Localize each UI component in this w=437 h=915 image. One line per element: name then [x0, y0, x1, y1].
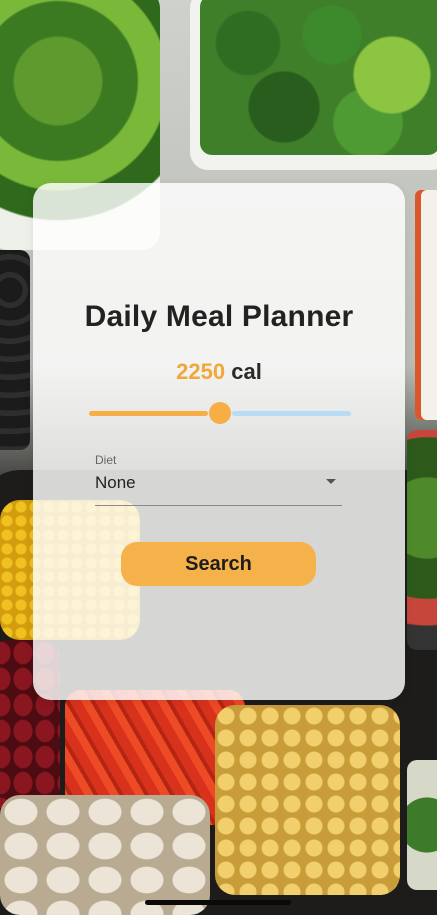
slider-track-inactive — [232, 411, 351, 416]
calorie-readout: 2250 cal — [33, 359, 405, 385]
chevron-down-icon[interactable] — [326, 479, 336, 484]
search-button[interactable]: Search — [121, 542, 316, 586]
calorie-unit: cal — [231, 359, 262, 384]
page-title: Daily Meal Planner — [84, 300, 354, 333]
planner-card: Daily Meal Planner 2250 cal Diet None Se… — [33, 183, 405, 700]
home-indicator — [145, 900, 291, 905]
diet-select[interactable]: Diet None — [95, 453, 342, 509]
calorie-slider[interactable] — [89, 402, 351, 424]
calorie-value: 2250 — [176, 359, 226, 384]
slider-track-active — [89, 411, 208, 416]
diet-label: Diet — [95, 453, 117, 467]
diet-selected-value: None — [95, 473, 136, 492]
slider-thumb[interactable] — [209, 402, 231, 424]
select-underline — [95, 505, 342, 506]
